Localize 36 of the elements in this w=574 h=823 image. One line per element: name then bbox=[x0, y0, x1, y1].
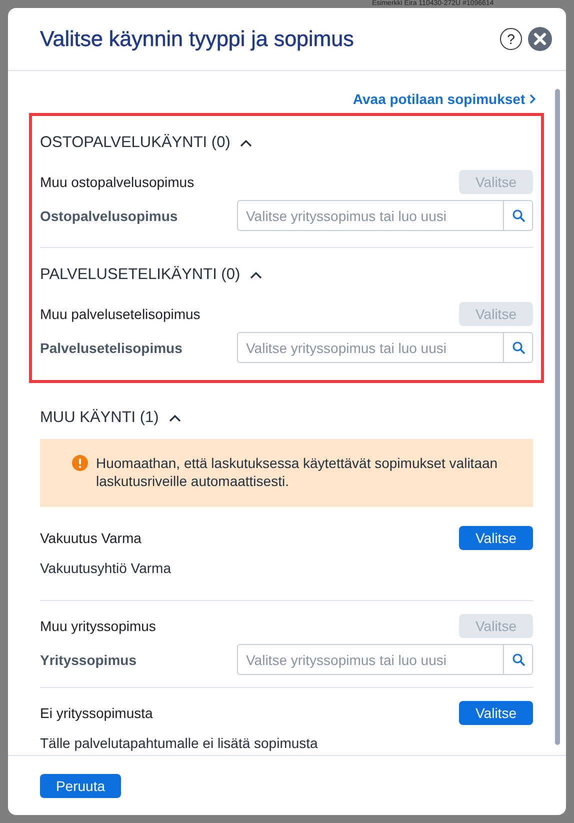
help-button[interactable]: ? bbox=[500, 28, 522, 50]
search-icon bbox=[512, 653, 524, 666]
option-label: Muu palvelusetelisopimus bbox=[40, 306, 200, 322]
search-field[interactable]: Valitse yrityssopimus tai luo uusi bbox=[237, 200, 503, 231]
scrollbar[interactable] bbox=[555, 89, 560, 745]
search-field[interactable]: Valitse yrityssopimus tai luo uusi bbox=[237, 332, 503, 363]
chevron-up-icon[interactable] bbox=[240, 139, 252, 147]
search-button[interactable] bbox=[503, 644, 533, 675]
field-label: Yrityssopimus bbox=[40, 652, 136, 668]
option-label: Vakuutus Varma bbox=[40, 530, 142, 546]
cancel-button[interactable]: Peruuta bbox=[40, 774, 121, 798]
chevron-right-icon[interactable] bbox=[529, 94, 536, 104]
chevron-up-icon[interactable] bbox=[168, 414, 181, 422]
option-description: Vakuutusyhtiö Varma bbox=[40, 560, 172, 576]
search-icon bbox=[512, 209, 524, 222]
chevron-up-icon[interactable] bbox=[250, 271, 262, 279]
option-label: Muu ostopalvelusopimus bbox=[40, 174, 194, 190]
section-title[interactable]: MUU KÄYNTI (1) bbox=[40, 409, 159, 427]
search-button[interactable] bbox=[503, 200, 533, 231]
section-title[interactable]: OSTOPALVELUKÄYNTI (0) bbox=[40, 134, 230, 152]
close-icon[interactable] bbox=[528, 27, 552, 51]
section-title[interactable]: PALVELUSETELIKÄYNTI (0) bbox=[40, 266, 240, 284]
select-button[interactable]: Valitse bbox=[459, 526, 533, 550]
option-label: Ei yrityssopimusta bbox=[40, 705, 153, 721]
option-label: Muu yrityssopimus bbox=[40, 618, 156, 634]
field-label: Ostopalvelusopimus bbox=[40, 208, 178, 224]
option-description: Tälle palvelutapahtumalle ei lisätä sopimusta bbox=[40, 735, 319, 751]
notice-text: Huomaathan, että laskutuksessa käytettävät sopimukset valitaan laskutusriveille automaattisesti. bbox=[96, 454, 499, 490]
select-button[interactable]: Valitse bbox=[459, 701, 533, 725]
patient-contracts-link[interactable]: Avaa potilaan sopimukset bbox=[352, 91, 536, 107]
dialog-title: Valitse käynnin tyyppi ja sopimus bbox=[40, 26, 355, 52]
search-icon bbox=[512, 341, 524, 354]
exclamation-icon bbox=[72, 455, 88, 471]
search-button[interactable] bbox=[503, 332, 533, 363]
field-label: Palvelusetelisopimus bbox=[40, 340, 182, 356]
search-field[interactable]: Valitse yrityssopimus tai luo uusi bbox=[237, 644, 503, 675]
